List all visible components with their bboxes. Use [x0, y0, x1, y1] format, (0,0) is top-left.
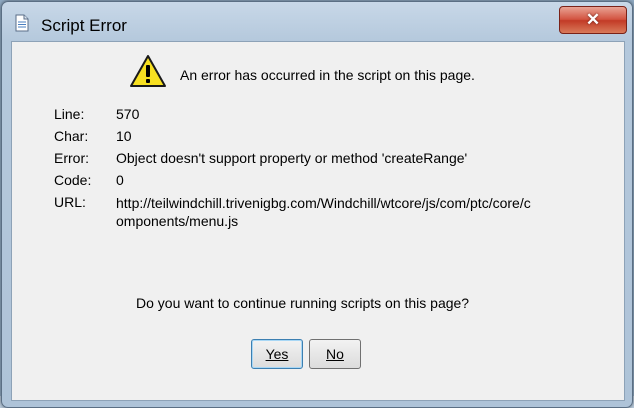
line-label: Line:	[54, 106, 85, 122]
no-button[interactable]: No	[309, 339, 361, 369]
document-icon	[15, 14, 29, 32]
error-message: An error has occurred in the script on t…	[180, 67, 475, 83]
yes-button[interactable]: Yes	[251, 339, 303, 369]
script-error-dialog: Script Error ✕ An error has occurred in …	[1, 1, 633, 408]
yes-button-label: Yes	[265, 346, 289, 362]
line-value: 570	[116, 106, 140, 122]
window-title: Script Error	[41, 16, 127, 35]
code-value: 0	[116, 172, 124, 188]
dialog-body: An error has occurred in the script on t…	[11, 41, 625, 401]
url-label: URL:	[54, 194, 86, 210]
title-bar[interactable]: Script Error ✕	[2, 2, 632, 46]
continue-question: Do you want to continue running scripts …	[136, 295, 470, 311]
close-button[interactable]: ✕	[559, 6, 627, 34]
no-button-label: No	[326, 346, 344, 362]
close-icon: ✕	[585, 10, 601, 29]
code-label: Code:	[54, 172, 92, 188]
warning-icon	[129, 54, 167, 88]
char-label: Char:	[54, 128, 89, 144]
error-label: Error:	[54, 150, 89, 166]
error-value: Object doesn't support property or metho…	[116, 150, 468, 166]
char-value: 10	[116, 128, 132, 144]
url-value: http://teilwindchill.trivenigbg.com/Wind…	[116, 195, 531, 229]
